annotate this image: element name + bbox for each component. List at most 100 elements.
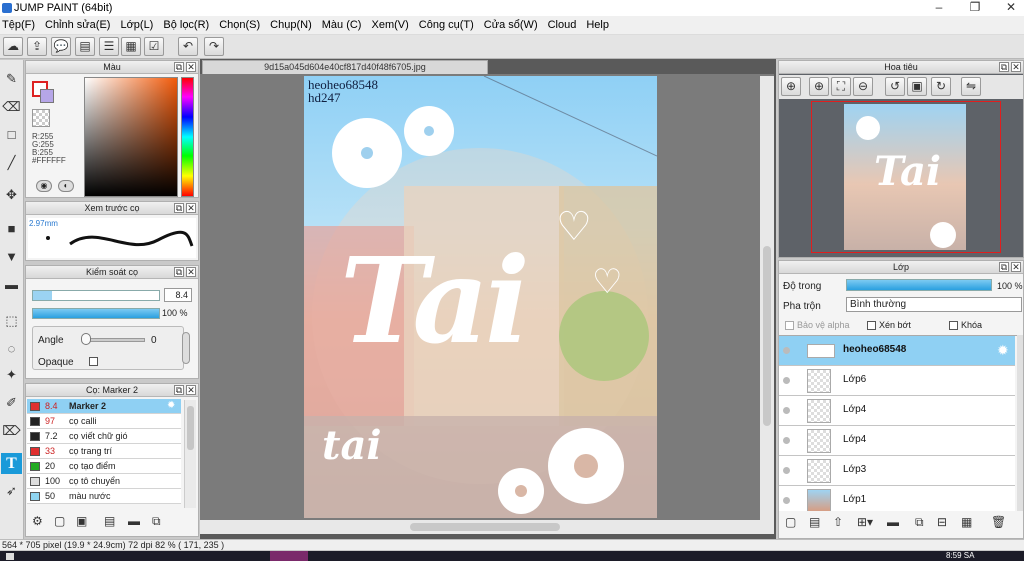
new-raster-layer-icon[interactable]: ▤ <box>809 515 820 529</box>
visibility-icon[interactable] <box>783 347 790 354</box>
protect-alpha-checkbox[interactable] <box>785 321 794 331</box>
undo-icon[interactable]: ↶ <box>178 37 198 56</box>
add-brush-icon[interactable]: ⚙ <box>32 514 43 528</box>
layer-settings-icon[interactable]: ▦ <box>961 515 972 529</box>
close-panel-icon[interactable]: ✕ <box>1011 62 1021 72</box>
windows-start-icon[interactable] <box>6 553 14 560</box>
folder-icon[interactable]: ▬ <box>887 515 899 529</box>
list-item[interactable]: 97 cọ calli <box>27 414 181 429</box>
close-panel-icon[interactable]: ✕ <box>186 385 196 395</box>
visibility-icon[interactable] <box>783 497 790 504</box>
rectangle-tool-icon[interactable]: □ <box>1 124 22 145</box>
menu-help[interactable]: Help <box>586 19 609 31</box>
list-item[interactable]: 20 cọ tạo điểm <box>27 459 181 474</box>
document-tab[interactable]: 9d15a045d604e40cf817d40f48f6705.jpg <box>202 60 488 74</box>
float-icon[interactable]: ⧉ <box>174 267 184 277</box>
close-panel-icon[interactable]: ✕ <box>186 62 196 72</box>
folder-icon[interactable]: ▬ <box>128 514 140 528</box>
close-button[interactable]: ✕ <box>994 0 1024 16</box>
opaque-checkbox[interactable] <box>89 357 98 366</box>
new-brush-icon[interactable]: ▢ <box>54 514 65 528</box>
menu-view[interactable]: Xem(V) <box>371 19 408 31</box>
list-item[interactable]: 100 cọ tô chuyển <box>27 474 181 489</box>
text-tool-icon[interactable]: T <box>1 453 22 474</box>
fill-rect-tool-icon[interactable]: ■ <box>1 218 22 239</box>
menu-tools[interactable]: Công cụ(T) <box>419 19 474 31</box>
menu-layer[interactable]: Lớp(L) <box>120 19 153 31</box>
gear-icon[interactable]: ✹ <box>167 399 175 413</box>
duplicate-layer-icon[interactable]: ⧉ <box>915 515 924 530</box>
opacity-slider[interactable] <box>32 308 160 319</box>
protect-alpha-toggle[interactable]: Bảo vệ alpha <box>785 320 850 331</box>
duplicate-icon[interactable]: ⧉ <box>152 514 161 529</box>
zoom-in-icon[interactable]: ⊕ <box>809 77 829 96</box>
clip-checkbox[interactable] <box>867 321 876 331</box>
options-scrollbar[interactable] <box>182 332 190 364</box>
gear-icon[interactable]: ✹ <box>997 342 1009 359</box>
transparent-swatch[interactable] <box>32 109 50 127</box>
move-tool-icon[interactable]: ✥ <box>1 184 22 205</box>
blend-mode-select[interactable]: Bình thường <box>846 297 1022 312</box>
redo-icon[interactable]: ↷ <box>204 37 224 56</box>
rotate-left-icon[interactable]: ↺ <box>885 77 905 96</box>
select-pen-tool-icon[interactable]: ✐ <box>1 392 22 413</box>
size-slider[interactable] <box>32 290 160 301</box>
flip-icon[interactable]: ⇋ <box>961 77 981 96</box>
menu-color[interactable]: Màu (C) <box>322 19 362 31</box>
background-color-swatch[interactable] <box>40 89 54 103</box>
close-panel-icon[interactable]: ✕ <box>1011 262 1021 272</box>
scroll-thumb[interactable] <box>410 523 560 531</box>
float-icon[interactable]: ⧉ <box>174 385 184 395</box>
copy-brush-icon[interactable]: ▣ <box>76 514 87 528</box>
artwork-canvas[interactable]: heoheo68548 hd247 ♡ ♡ Tai tai <box>304 76 657 518</box>
maximize-button[interactable]: ❐ <box>958 0 992 16</box>
color-field[interactable] <box>84 77 178 197</box>
menu-filter[interactable]: Bộ lọc(R) <box>163 19 209 31</box>
checklist-icon[interactable]: ☑ <box>144 37 164 56</box>
new-text-layer-icon[interactable]: ⇧ <box>833 515 843 529</box>
new-layer-icon[interactable]: ▢ <box>785 515 796 529</box>
select-rect-tool-icon[interactable]: ⬚ <box>1 310 22 331</box>
brush-list-scrollbar[interactable] <box>184 400 196 508</box>
layer-row[interactable]: Lớp1 <box>779 486 1015 511</box>
list-item[interactable]: 7.2 cọ viết chữ gió <box>27 429 181 444</box>
eyedropper-icon[interactable]: ◐ <box>58 180 74 192</box>
close-panel-icon[interactable]: ✕ <box>186 203 196 213</box>
layer-row[interactable]: Lớp4 <box>779 396 1015 426</box>
menu-capture[interactable]: Chụp(N) <box>270 19 312 31</box>
float-icon[interactable]: ⧉ <box>999 262 1009 272</box>
list-icon[interactable]: ☰ <box>99 37 119 56</box>
menu-cloud[interactable]: Cloud <box>548 19 577 31</box>
bucket-tool-icon[interactable]: ▼ <box>1 246 22 267</box>
edit-brush-icon[interactable]: ▤ <box>104 514 115 528</box>
float-icon[interactable]: ⧉ <box>174 203 184 213</box>
comment-icon[interactable]: 💬 <box>51 37 71 56</box>
lock-checkbox[interactable] <box>949 321 958 331</box>
hue-slider[interactable] <box>181 77 194 197</box>
visibility-icon[interactable] <box>783 407 790 414</box>
menu-window[interactable]: Cửa sổ(W) <box>484 19 538 31</box>
brush-tool-icon[interactable]: ✎ <box>1 68 22 89</box>
layer-row[interactable]: Lớp3 <box>779 456 1015 486</box>
canvas-horizontal-scrollbar[interactable] <box>200 520 774 534</box>
select-eraser-tool-icon[interactable]: ⌦ <box>1 420 22 441</box>
clip-toggle[interactable]: Xén bớt <box>867 320 911 331</box>
zoom-out-icon[interactable]: ⊖ <box>853 77 873 96</box>
zoom-in-icon[interactable]: ⊕ <box>781 77 801 96</box>
size-value[interactable]: 8.4 <box>164 288 192 302</box>
line-tool-icon[interactable]: ╱ <box>1 152 22 173</box>
angle-slider-thumb[interactable] <box>81 333 91 345</box>
gradient-tool-icon[interactable]: ▬ <box>1 274 22 295</box>
fit-icon[interactable]: ⛶ <box>831 77 851 96</box>
menu-file[interactable]: Tệp(F) <box>2 19 35 31</box>
list-item[interactable]: 50 màu nước <box>27 489 181 504</box>
layer-list-scrollbar[interactable] <box>1017 335 1023 511</box>
operation-tool-icon[interactable]: ➶ <box>1 480 22 501</box>
eraser-tool-icon[interactable]: ⌫ <box>1 96 22 117</box>
layer-row[interactable]: Lớp4 <box>779 426 1015 456</box>
new-layer-menu-icon[interactable]: ⊞▾ <box>857 515 873 529</box>
menu-select[interactable]: Chọn(S) <box>219 19 260 31</box>
menu-edit[interactable]: Chỉnh sửa(E) <box>45 19 110 31</box>
scroll-thumb[interactable] <box>187 406 194 450</box>
merge-layer-icon[interactable]: ⊟ <box>937 515 947 529</box>
